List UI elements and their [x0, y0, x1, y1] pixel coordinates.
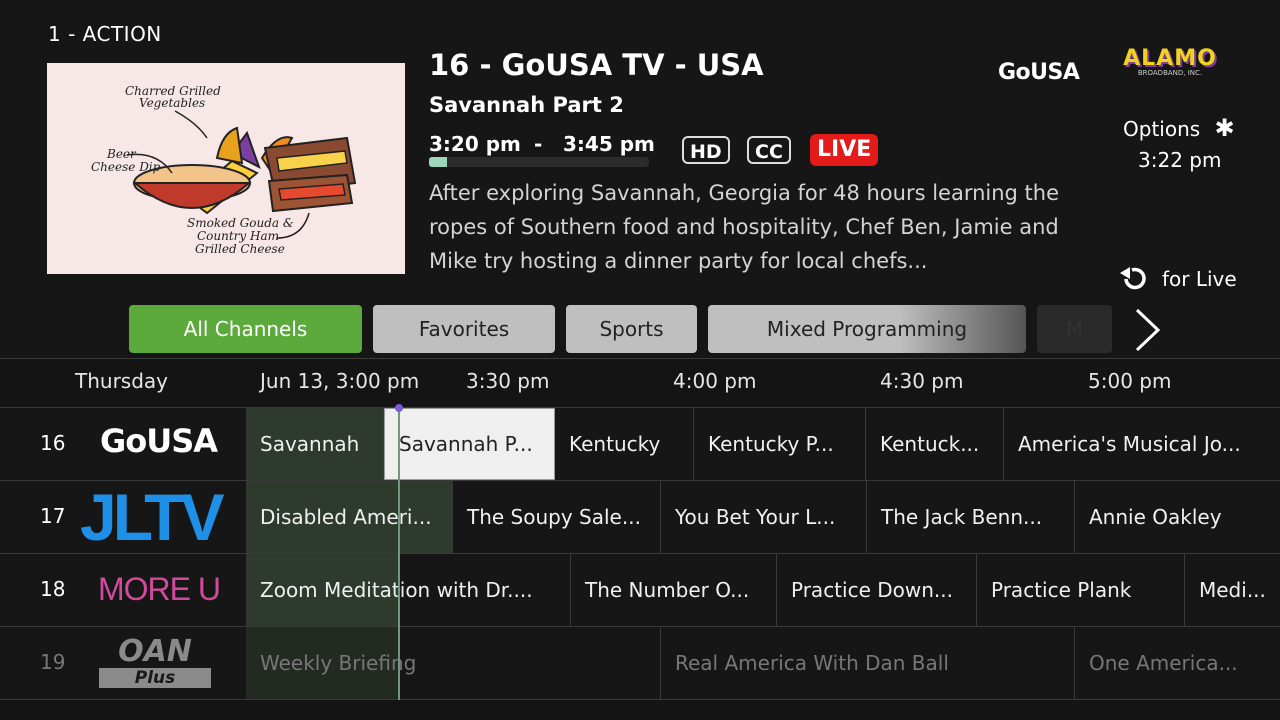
- program-cell-selected[interactable]: Savannah P...: [384, 408, 555, 480]
- channel-row-17: 17 JLTV Disabled Ameri... The Soupy Sale…: [0, 481, 1280, 554]
- channel-logo-oan: OAN Plus: [99, 637, 211, 688]
- replay-label: for Live: [1162, 267, 1237, 291]
- time-separator: -: [534, 132, 543, 156]
- filter-sports[interactable]: Sports: [566, 305, 697, 353]
- end-time: 3:45 pm: [563, 132, 655, 156]
- chevron-right-icon: [1135, 308, 1161, 352]
- food-illustration: Charred Grilled Vegetables Beer Cheese D…: [47, 63, 405, 274]
- asterisk-icon: ✱: [1214, 114, 1235, 142]
- channel-number: 18: [40, 577, 66, 601]
- time-slot-5: 5:00 pm: [1088, 369, 1172, 393]
- channel-number: 16: [40, 431, 66, 455]
- program-cell[interactable]: Practice Down...: [777, 554, 977, 626]
- category-title: 1 - ACTION: [48, 22, 162, 46]
- label-dip-2: Cheese Dip: [91, 160, 161, 174]
- current-time: 3:22 pm: [1138, 148, 1222, 172]
- program-description: After exploring Savannah, Georgia for 48…: [429, 181, 1060, 273]
- filter-favorites[interactable]: Favorites: [373, 305, 555, 353]
- scroll-right-button[interactable]: [1132, 307, 1162, 357]
- program-cell[interactable]: Annie Oakley: [1075, 481, 1280, 553]
- replay-hint[interactable]: for Live: [1118, 265, 1237, 293]
- filter-mixed-programming[interactable]: Mixed Programming: [708, 305, 1026, 353]
- program-cell[interactable]: Weekly Briefing: [246, 627, 661, 699]
- time-slot-1: Jun 13, 3:00 pm: [260, 369, 420, 393]
- channel-row-16: 16 GoUSA Savannah Savannah P... Kentucky…: [0, 408, 1280, 481]
- options-label: Options: [1123, 117, 1201, 141]
- program-cell[interactable]: The Soupy Sale...: [453, 481, 661, 553]
- episode-title: Savannah Part 2: [429, 93, 624, 117]
- channel-logo-jltv: JLTV: [80, 480, 224, 554]
- now-indicator-dot: [395, 404, 403, 412]
- channel-row-19: 19 OAN Plus Weekly Briefing Real America…: [0, 627, 1280, 700]
- filter-all-channels[interactable]: All Channels: [129, 305, 362, 353]
- program-cell[interactable]: The Jack Benn...: [867, 481, 1075, 553]
- program-cell[interactable]: Kentucky P...: [694, 408, 866, 480]
- label-cheese-1: Smoked Gouda &: [187, 216, 294, 230]
- day-label: Thursday: [75, 369, 168, 393]
- channel-number: 19: [40, 650, 66, 674]
- network-logo: GoUSA: [998, 60, 1080, 85]
- progress-bar: [429, 157, 649, 167]
- program-thumbnail: Charred Grilled Vegetables Beer Cheese D…: [47, 63, 405, 274]
- footer-strip: [0, 700, 1280, 720]
- provider-logo-main: ALAMO: [1123, 46, 1217, 71]
- program-cell[interactable]: Medi...: [1185, 554, 1280, 626]
- program-cell[interactable]: America's Musical Jo...: [1004, 408, 1280, 480]
- label-vegetables-2: Vegetables: [139, 96, 205, 110]
- start-time: 3:20 pm: [429, 132, 521, 156]
- program-cell[interactable]: Disabled Ameri...: [246, 481, 453, 553]
- cc-badge: CC: [747, 136, 791, 164]
- channel-logo-gousa: GoUSA: [100, 422, 218, 460]
- program-cell[interactable]: Real America With Dan Ball: [661, 627, 1075, 699]
- label-cheese-3: Grilled Cheese: [195, 242, 285, 256]
- program-cell[interactable]: One America...: [1075, 627, 1280, 699]
- live-badge: LIVE: [810, 134, 879, 166]
- label-cheese-2: Country Ham: [197, 229, 279, 243]
- channel-row-18: 18 MORE U Zoom Meditation with Dr.... Th…: [0, 554, 1280, 627]
- progress-fill: [429, 157, 447, 167]
- replay-icon: [1120, 267, 1146, 290]
- program-cell[interactable]: Kentuck...: [866, 408, 1004, 480]
- label-dip-1: Beer: [106, 147, 137, 161]
- program-cell[interactable]: Zoom Meditation with Dr....: [246, 554, 571, 626]
- now-indicator-line: [398, 408, 400, 700]
- program-cell[interactable]: Savannah: [246, 408, 384, 480]
- hd-badge: HD: [682, 136, 730, 164]
- oan-logo-main: OAN: [118, 634, 192, 669]
- channel-number: 17: [40, 504, 66, 528]
- filter-more[interactable]: M: [1037, 305, 1112, 353]
- options-button[interactable]: Options ✱: [1123, 114, 1235, 142]
- program-cell[interactable]: The Number O...: [571, 554, 777, 626]
- time-slot-3: 4:00 pm: [673, 369, 757, 393]
- program-cell[interactable]: Practice Plank: [977, 554, 1185, 626]
- channel-logo-moreu: MORE U: [98, 571, 221, 607]
- program-cell[interactable]: Kentucky: [555, 408, 694, 480]
- provider-logo: ALAMO BROADBAND, INC.: [1120, 46, 1220, 77]
- time-slot-4: 4:30 pm: [880, 369, 964, 393]
- program-title: 16 - GoUSA TV - USA: [429, 48, 764, 82]
- time-slot-2: 3:30 pm: [466, 369, 550, 393]
- oan-logo-sub: Plus: [99, 668, 211, 688]
- program-cell[interactable]: You Bet Your L...: [661, 481, 867, 553]
